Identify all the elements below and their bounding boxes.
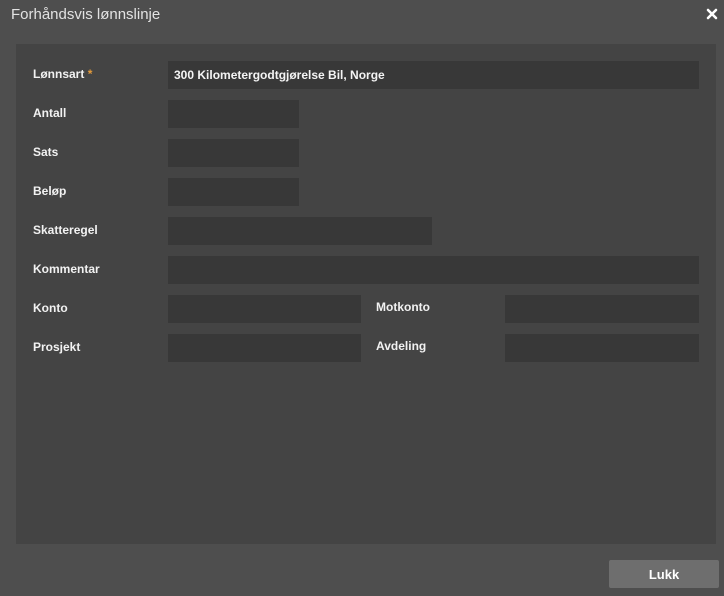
dialog-title: Forhåndsvis lønnslinje (11, 6, 161, 23)
form-panel: Lønnsart * Antall Sats Beløp Skatteregel… (16, 44, 716, 544)
motkonto-label: Motkonto (376, 300, 430, 314)
preview-pay-line-dialog: Forhåndsvis lønnslinje Lønnsart * Antall… (0, 0, 724, 596)
konto-field[interactable] (168, 295, 361, 323)
required-marker: * (87, 67, 93, 81)
avdeling-label: Avdeling (376, 339, 427, 353)
lonnsart-label-text: Lønnsart (33, 67, 85, 81)
sats-label: Sats (33, 145, 59, 159)
konto-label: Konto (33, 301, 68, 315)
lonnsart-field[interactable] (168, 61, 699, 89)
skatteregel-field[interactable] (168, 217, 432, 245)
belop-label: Beløp (33, 184, 67, 198)
prosjekt-label: Prosjekt (33, 340, 81, 354)
prosjekt-field[interactable] (168, 334, 361, 362)
lonnsart-label: Lønnsart * (33, 67, 92, 81)
antall-field[interactable] (168, 100, 299, 128)
skatteregel-label: Skatteregel (33, 223, 98, 237)
close-icon[interactable] (703, 5, 721, 23)
kommentar-field[interactable] (168, 256, 699, 284)
avdeling-field[interactable] (505, 334, 699, 362)
belop-field[interactable] (168, 178, 299, 206)
kommentar-label: Kommentar (33, 262, 100, 276)
motkonto-field[interactable] (505, 295, 699, 323)
antall-label: Antall (33, 106, 67, 120)
close-button[interactable]: Lukk (609, 560, 719, 588)
sats-field[interactable] (168, 139, 299, 167)
